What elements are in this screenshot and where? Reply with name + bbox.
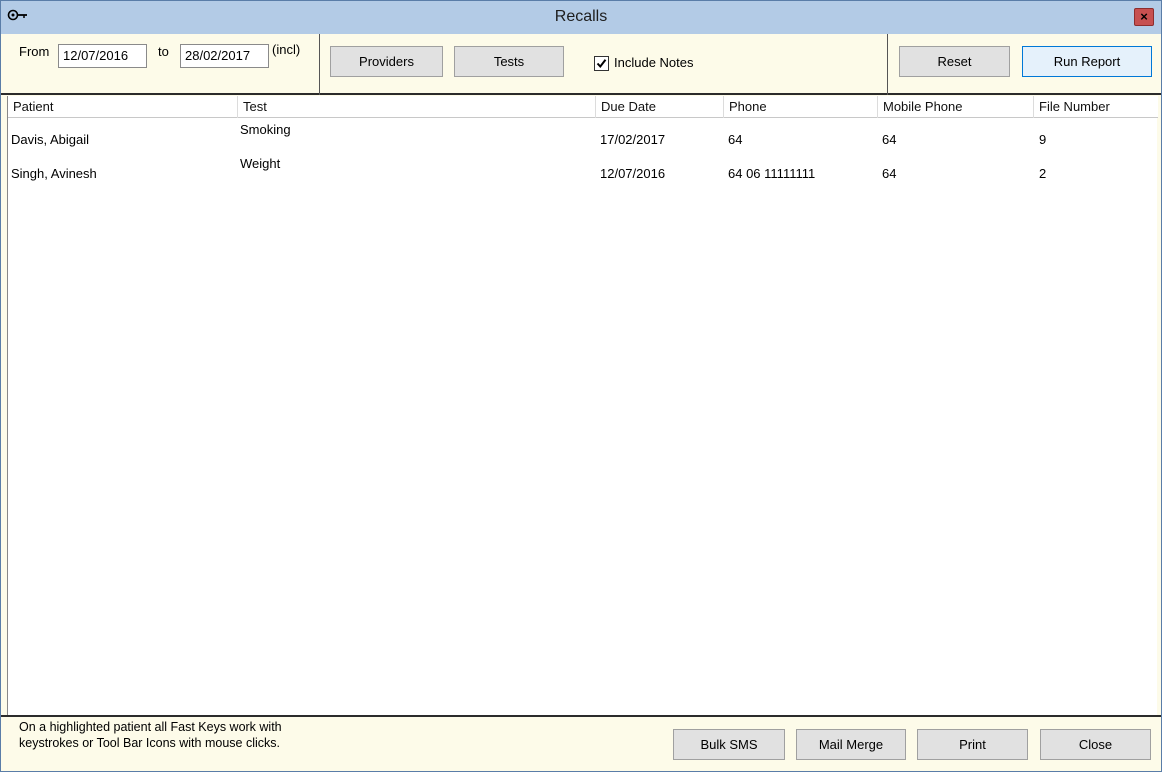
column-header-patient[interactable]: Patient: [8, 96, 238, 118]
column-header-phone[interactable]: Phone: [724, 96, 878, 118]
checkmark-icon: [596, 59, 607, 69]
to-date-input[interactable]: 28/02/2017: [180, 44, 269, 68]
filter-toolbar: From 12/07/2016 to 28/02/2017 (incl) Pro…: [1, 34, 1161, 95]
window-title: Recalls: [554, 8, 608, 25]
table-row[interactable]: Singh, Avinesh Weight 12/07/2016 64 06 1…: [8, 152, 1158, 186]
due-date-cell: 12/07/2016: [600, 166, 666, 181]
column-header-due-date[interactable]: Due Date: [596, 96, 724, 118]
test-cell: Smoking: [240, 122, 291, 137]
test-cell: Weight: [240, 156, 281, 171]
mobile-phone-cell: 64: [882, 132, 897, 147]
help-note-line: keystrokes or Tool Bar Icons with mouse …: [19, 736, 280, 750]
patient-cell: Singh, Avinesh: [11, 166, 97, 181]
from-date-input[interactable]: 12/07/2016: [58, 44, 147, 68]
help-note-line: On a highlighted patient all Fast Keys w…: [19, 720, 282, 734]
close-icon[interactable]: ×: [1134, 8, 1154, 26]
column-header-file-number[interactable]: File Number: [1034, 96, 1158, 118]
file-number-cell: 2: [1039, 166, 1047, 181]
column-header-mobile-phone[interactable]: Mobile Phone: [878, 96, 1034, 118]
phone-cell: 64: [728, 132, 743, 147]
file-number-cell: 9: [1039, 132, 1047, 147]
due-date-cell: 17/02/2017: [600, 132, 666, 147]
incl-label: (incl): [272, 42, 301, 57]
include-notes-checkbox[interactable]: [594, 56, 609, 71]
reset-button[interactable]: Reset: [899, 46, 1010, 77]
print-button[interactable]: Print: [917, 729, 1028, 760]
patient-cell: Davis, Abigail: [11, 132, 90, 147]
title-bar[interactable]: Recalls ×: [1, 1, 1161, 34]
mobile-phone-cell: 64: [882, 166, 897, 181]
close-button[interactable]: Close: [1040, 729, 1151, 760]
bulk-sms-button[interactable]: Bulk SMS: [673, 729, 785, 760]
from-label: From: [19, 44, 50, 59]
column-header-test[interactable]: Test: [238, 96, 596, 118]
mail-merge-button[interactable]: Mail Merge: [796, 729, 906, 760]
footer-bar: On a highlighted patient all Fast Keys w…: [1, 715, 1161, 771]
table-row[interactable]: Davis, Abigail Smoking 17/02/2017 64 64 …: [8, 118, 1158, 152]
table-header: Patient Test Due Date Phone Mobile Phone…: [8, 96, 1158, 118]
to-label: to: [158, 44, 169, 59]
recalls-table[interactable]: Patient Test Due Date Phone Mobile Phone…: [7, 96, 1158, 717]
providers-button[interactable]: Providers: [330, 46, 443, 77]
tests-button[interactable]: Tests: [454, 46, 564, 77]
toolbar-divider: [319, 34, 320, 95]
toolbar-divider: [887, 34, 888, 95]
help-note: On a highlighted patient all Fast Keys w…: [19, 719, 339, 751]
run-report-button[interactable]: Run Report: [1022, 46, 1152, 77]
include-notes-label[interactable]: Include Notes: [614, 55, 694, 70]
recalls-window: Recalls × From 12/07/2016 to 28/02/2017 …: [0, 0, 1162, 772]
phone-cell: 64 06 11111111: [728, 166, 816, 181]
